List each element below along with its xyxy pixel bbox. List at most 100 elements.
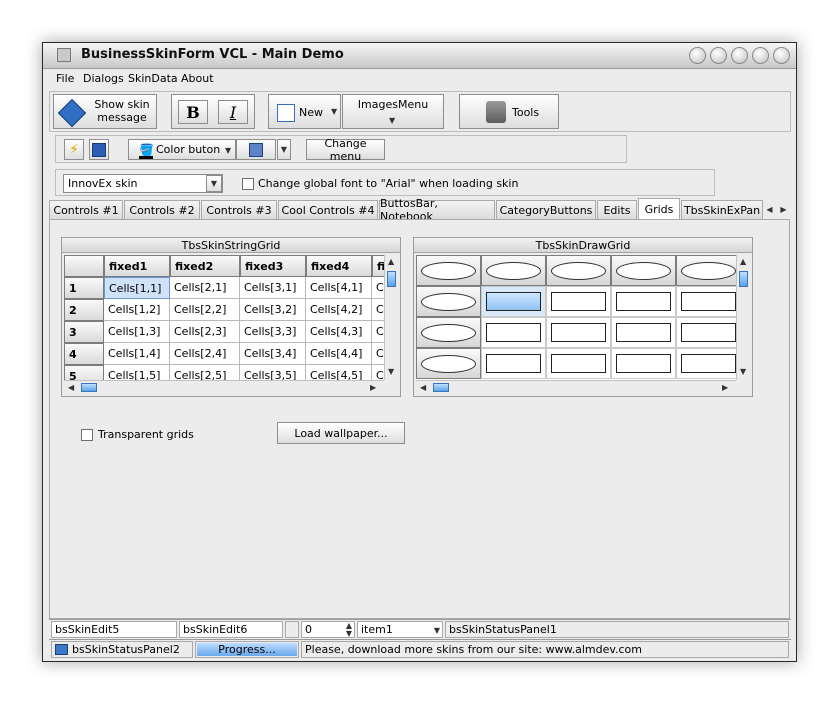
copy-dropdown-button[interactable]: ▼ — [277, 139, 291, 160]
grid-fixed-cell[interactable]: 5 — [64, 365, 104, 380]
chevron-down-icon[interactable]: ▼ — [331, 107, 337, 116]
save-button[interactable] — [89, 139, 109, 160]
grid-cell[interactable]: Cells[4,4] — [306, 343, 372, 365]
color-button[interactable]: 🪣 Color buton ▼ — [128, 139, 236, 160]
skin-edit-5[interactable]: bsSkinEdit5 — [51, 621, 177, 638]
grid-cell[interactable]: Cells[4,2] — [306, 299, 372, 321]
grid-fixed-cell[interactable]: 2 — [64, 299, 104, 321]
grid-fixed-cell[interactable] — [64, 255, 104, 277]
chevron-down-icon[interactable]: ▼ — [434, 623, 440, 637]
bold-button[interactable]: B — [178, 100, 208, 124]
chevron-down-icon[interactable]: ▼ — [225, 146, 231, 155]
draw-grid-cell[interactable] — [546, 348, 611, 379]
grid-cell[interactable]: Cells[3,1] — [240, 277, 306, 299]
tab-cool-controls-4[interactable]: Cool Controls #4 — [278, 200, 378, 219]
draw-grid-cell[interactable] — [611, 317, 676, 348]
draw-grid-cell[interactable] — [481, 317, 546, 348]
rollup-caption-icon[interactable] — [710, 47, 727, 64]
grid-cell[interactable]: Cells[3,2] — [240, 299, 306, 321]
string-grid-hscrollbar[interactable]: ◀ ▶ — [64, 380, 384, 394]
skin-select-dropdown[interactable]: ▼ — [206, 175, 222, 192]
draw-grid-fixed-cell[interactable] — [481, 255, 546, 286]
draw-grid-cell[interactable] — [611, 348, 676, 379]
grid-fixed-cell[interactable]: fixed2 — [170, 255, 240, 277]
grid-cell[interactable]: Cells[2,1] — [170, 277, 240, 299]
grid-cell[interactable]: Cells[2,2] — [170, 299, 240, 321]
draw-grid-hscroll-thumb[interactable] — [433, 383, 449, 392]
string-grid-hscroll-thumb[interactable] — [81, 383, 97, 392]
draw-grid-cell[interactable] — [481, 286, 546, 317]
title-bar[interactable]: BusinessSkinForm VCL - Main Demo — [43, 43, 796, 69]
grid-cell[interactable]: C — [372, 321, 384, 343]
draw-grid-cell[interactable] — [676, 348, 736, 379]
skin-edit-6[interactable]: bsSkinEdit6 — [179, 621, 283, 638]
grid-cell[interactable]: Cells[2,4] — [170, 343, 240, 365]
show-skin-message-button[interactable]: Show skin message — [53, 94, 157, 129]
menu-about[interactable]: About — [181, 72, 214, 85]
menu-dialogs[interactable]: Dialogs — [83, 72, 124, 85]
draw-grid-cell[interactable] — [676, 286, 736, 317]
grid-fixed-cell[interactable]: fixed3 — [240, 255, 306, 277]
grid-fixed-cell[interactable]: 4 — [64, 343, 104, 365]
grid-cell[interactable]: Cells[3,5] — [240, 365, 306, 380]
change-menu-button[interactable]: Change menu — [306, 137, 385, 163]
italic-button[interactable]: I — [218, 100, 248, 124]
chevron-left-icon[interactable]: ◀ — [420, 383, 426, 392]
string-grid[interactable]: fixed1fixed2fixed3fixed4fi1Cells[1,1]Cel… — [64, 255, 384, 380]
grid-fixed-cell[interactable]: 3 — [64, 321, 104, 343]
draw-grid[interactable] — [416, 255, 736, 380]
chevron-up-icon[interactable]: ▲ — [740, 257, 746, 266]
grid-cell[interactable]: Cells[1,2] — [104, 299, 170, 321]
tab-buttonsbar-notebook[interactable]: ButtosBar, Notebook — [379, 197, 495, 223]
grid-cell[interactable]: Cells[4,1] — [306, 277, 372, 299]
tools-button[interactable]: Tools — [459, 94, 559, 129]
draw-grid-cell[interactable] — [611, 286, 676, 317]
grid-cell[interactable]: Cells[1,3] — [104, 321, 170, 343]
grid-cell[interactable]: Cells[4,5] — [306, 365, 372, 380]
tab-controls-1[interactable]: Controls #1 — [49, 200, 123, 219]
menu-file[interactable]: File — [56, 72, 74, 85]
spin-edit[interactable]: 0 ▲ ▼ — [301, 621, 355, 638]
draw-grid-fixed-cell[interactable] — [546, 255, 611, 286]
maximize-icon[interactable] — [752, 47, 769, 64]
tab-categorybuttons[interactable]: CategoryButtons — [496, 200, 596, 219]
draw-grid-fixed-cell[interactable] — [416, 255, 481, 286]
tab-controls-2[interactable]: Controls #2 — [124, 200, 200, 219]
spin-down-icon[interactable]: ▼ — [346, 630, 352, 638]
app-icon[interactable] — [57, 48, 71, 62]
help-caption-icon[interactable] — [689, 47, 706, 64]
chevron-right-icon[interactable]: ▶ — [722, 383, 728, 392]
draw-grid-cell[interactable] — [546, 286, 611, 317]
copy-button[interactable] — [236, 139, 276, 160]
grid-cell[interactable]: Cells[1,4] — [104, 343, 170, 365]
string-grid-vscroll-thumb[interactable] — [387, 271, 396, 287]
draw-grid-vscroll-thumb[interactable] — [739, 271, 748, 287]
tab-grids[interactable]: Grids — [638, 198, 680, 219]
menu-skindata[interactable]: SkinData — [128, 72, 178, 85]
tab-scroll-left[interactable]: ◀ — [763, 202, 776, 217]
chevron-up-icon[interactable]: ▲ — [388, 257, 394, 266]
draw-grid-fixed-cell[interactable] — [676, 255, 736, 286]
tab-scroll-right[interactable]: ▶ — [777, 202, 790, 217]
grid-fixed-cell[interactable]: fixed4 — [306, 255, 372, 277]
grid-fixed-cell[interactable]: fi — [372, 255, 384, 277]
chevron-left-icon[interactable]: ◀ — [68, 383, 74, 392]
draw-grid-cell[interactable] — [546, 317, 611, 348]
draw-grid-cell[interactable] — [481, 348, 546, 379]
draw-grid-fixed-cell[interactable] — [416, 317, 481, 348]
grid-cell[interactable]: Cells[1,5] — [104, 365, 170, 380]
images-menu-button[interactable]: ImagesMenu ▼ — [342, 94, 444, 129]
status-combo[interactable]: item1 ▼ — [357, 621, 443, 638]
draw-grid-fixed-cell[interactable] — [416, 286, 481, 317]
tab-controls-3[interactable]: Controls #3 — [201, 200, 277, 219]
draw-grid-fixed-cell[interactable] — [416, 348, 481, 379]
draw-grid-vscrollbar[interactable]: ▲ ▼ — [736, 255, 750, 380]
grid-cell[interactable]: Cells[1,1] — [104, 277, 170, 299]
close-icon[interactable] — [773, 47, 790, 64]
skin-select[interactable]: InnovEx skin ▼ — [63, 174, 223, 193]
string-grid-vscrollbar[interactable]: ▲ ▼ — [384, 255, 398, 380]
draw-grid-fixed-cell[interactable] — [611, 255, 676, 286]
load-wallpaper-button[interactable]: Load wallpaper... — [277, 422, 405, 444]
grid-cell[interactable]: Cells[3,4] — [240, 343, 306, 365]
grid-cell[interactable]: C — [372, 343, 384, 365]
